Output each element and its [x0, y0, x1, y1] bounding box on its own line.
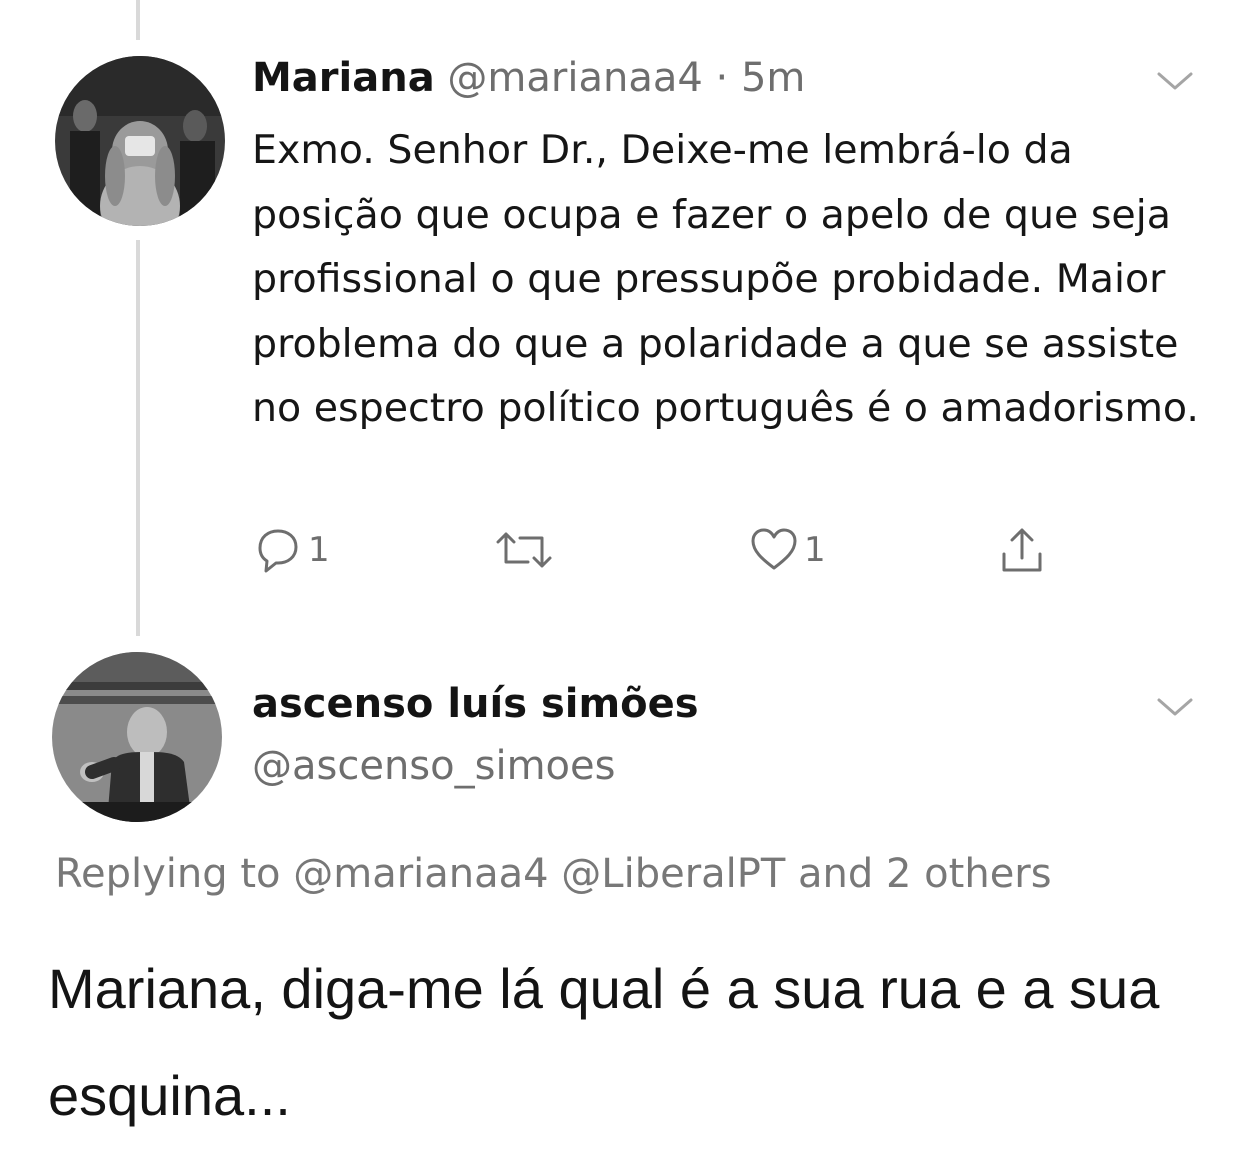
tweet-header: Mariana @marianaa4 · 5m — [252, 52, 805, 104]
reply-icon — [252, 524, 304, 576]
separator-dot: · — [715, 55, 729, 101]
reply-text: Mariana, diga-me lá qual é a sua rua e a… — [48, 957, 1160, 1127]
like-count: 1 — [804, 530, 826, 570]
tweet-text: Exmo. Senhor Dr., Deixe-me lembrá-lo da … — [252, 127, 1199, 431]
reply-author-handle[interactable]: @ascenso_simoes — [252, 740, 615, 792]
author-name[interactable]: Mariana — [252, 55, 435, 101]
avatar[interactable] — [55, 56, 225, 226]
chevron-down-icon[interactable] — [1155, 66, 1195, 96]
thread-line-top — [136, 0, 140, 40]
reply-author-name[interactable]: ascenso luís simões — [252, 678, 699, 730]
retweet-icon — [494, 524, 554, 576]
retweet-button[interactable] — [494, 520, 554, 580]
heart-icon — [748, 524, 800, 576]
author-handle[interactable]: @marianaa4 — [447, 55, 702, 101]
share-button[interactable] — [996, 520, 1048, 580]
like-button[interactable]: 1 — [748, 520, 826, 580]
reply-button[interactable]: 1 — [252, 520, 330, 580]
reply-count: 1 — [308, 530, 330, 570]
chevron-down-icon[interactable] — [1155, 692, 1195, 722]
thread-line-bottom — [136, 240, 140, 636]
avatar[interactable] — [52, 652, 222, 822]
tweet-timestamp[interactable]: 5m — [741, 55, 805, 101]
share-icon — [996, 524, 1048, 576]
replying-to[interactable]: Replying to @marianaa4 @LiberalPT and 2 … — [55, 848, 1052, 900]
